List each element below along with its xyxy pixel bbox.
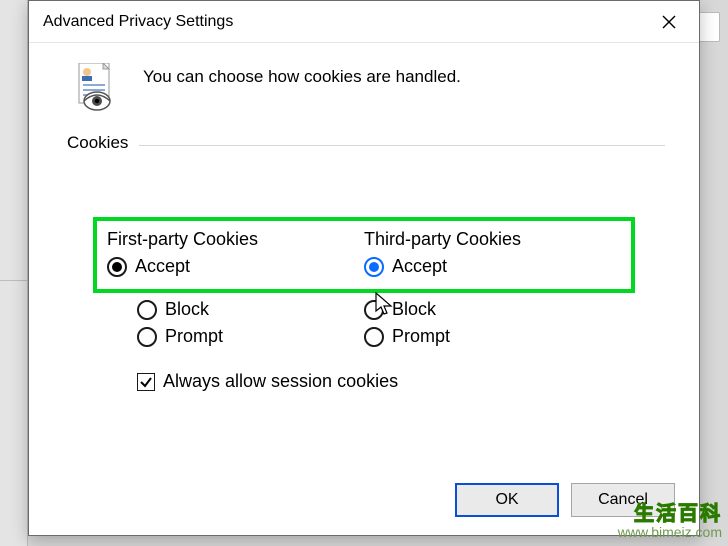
ok-button[interactable]: OK bbox=[455, 483, 559, 517]
radio-icon bbox=[107, 257, 127, 277]
third-party-block-radio[interactable]: Block bbox=[364, 299, 591, 320]
session-cookies-checkbox[interactable]: Always allow session cookies bbox=[137, 371, 635, 392]
intro-text: You can choose how cookies are handled. bbox=[143, 63, 461, 87]
radio-label: Prompt bbox=[392, 326, 450, 347]
watermark-url: www.bimeiz.com bbox=[618, 525, 722, 540]
close-button[interactable] bbox=[645, 5, 693, 39]
parent-window-divider bbox=[0, 280, 28, 281]
watermark-text: 生活百科 bbox=[618, 503, 722, 525]
cookie-options-grid: First-party Cookies Accept Third-party C… bbox=[63, 217, 665, 392]
radio-icon bbox=[364, 327, 384, 347]
watermark: 生活百科 www.bimeiz.com bbox=[618, 503, 722, 540]
radio-label: Block bbox=[165, 299, 209, 320]
cookies-fieldset-label: Cookies bbox=[67, 133, 134, 152]
third-party-header: Third-party Cookies bbox=[364, 229, 621, 250]
first-party-prompt-radio[interactable]: Prompt bbox=[137, 326, 364, 347]
checkbox-label: Always allow session cookies bbox=[163, 371, 398, 392]
desktop-background: d Advanced Privacy Settings bbox=[0, 0, 728, 546]
first-party-block-radio[interactable]: Block bbox=[137, 299, 364, 320]
remaining-options: Block Prompt Block bbox=[93, 293, 635, 353]
third-party-column: Third-party Cookies Accept bbox=[364, 229, 621, 283]
highlight-box: First-party Cookies Accept Third-party C… bbox=[93, 217, 635, 293]
radio-label: Accept bbox=[392, 256, 447, 277]
radio-label: Block bbox=[392, 299, 436, 320]
cookies-fieldset: Cookies First-party Cookies Accept Third bbox=[63, 133, 665, 392]
checkbox-icon bbox=[137, 373, 155, 391]
close-icon bbox=[662, 15, 676, 29]
third-party-accept-radio[interactable]: Accept bbox=[364, 256, 621, 277]
titlebar[interactable]: Advanced Privacy Settings bbox=[29, 1, 699, 43]
third-party-prompt-radio[interactable]: Prompt bbox=[364, 326, 591, 347]
radio-icon bbox=[364, 300, 384, 320]
dialog-title: Advanced Privacy Settings bbox=[43, 13, 233, 31]
dialog-content: You can choose how cookies are handled. … bbox=[29, 43, 699, 418]
first-party-accept-radio[interactable]: Accept bbox=[107, 256, 364, 277]
radio-label: Prompt bbox=[165, 326, 223, 347]
fieldset-divider bbox=[139, 145, 665, 146]
parent-window-edge bbox=[0, 0, 28, 546]
first-party-header: First-party Cookies bbox=[107, 229, 364, 250]
radio-icon bbox=[364, 257, 384, 277]
radio-icon bbox=[137, 327, 157, 347]
ok-button-label: OK bbox=[495, 491, 518, 509]
radio-icon bbox=[137, 300, 157, 320]
privacy-settings-dialog: Advanced Privacy Settings bbox=[28, 0, 700, 536]
intro-row: You can choose how cookies are handled. bbox=[55, 63, 673, 111]
first-party-column: First-party Cookies Accept bbox=[107, 229, 364, 283]
radio-label: Accept bbox=[135, 256, 190, 277]
privacy-document-icon bbox=[75, 63, 115, 111]
